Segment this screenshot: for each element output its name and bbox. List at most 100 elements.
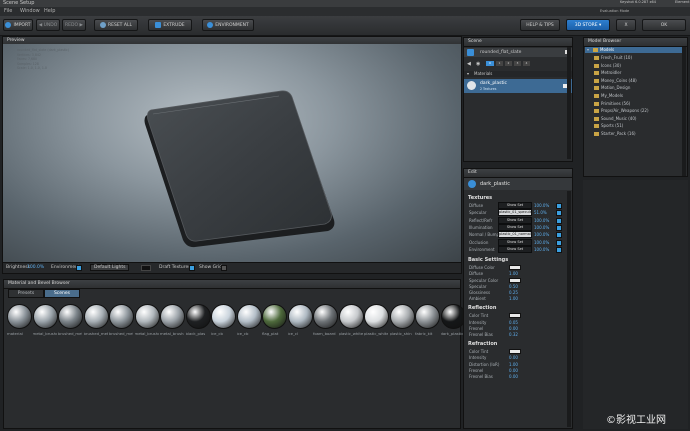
extrude-button[interactable]: EXTRUDE [148,19,192,31]
undo-button[interactable]: ◀ UNDO [36,19,60,31]
property-value[interactable]: 1.00 [509,296,518,301]
tree-folder-item[interactable]: Money_Coins (48) [594,78,637,83]
texture-amount-value[interactable]: 100.0% [534,225,549,230]
material-thumbnail[interactable]: dark_plastic [440,304,466,338]
texture-map-field[interactable]: plastic_01_normal [498,231,532,239]
section-heading[interactable]: Refraction [468,341,497,347]
tree-root-models[interactable]: ▾ Models [585,47,683,53]
environment-button[interactable]: ENVIRONMENT [202,19,254,31]
texture-amount-value[interactable]: 100.0% [534,203,549,208]
color-swatch[interactable] [509,265,521,271]
tree-folder-item[interactable]: Starter_Pack (16) [594,131,636,136]
layer-tab-3[interactable]: 3 [514,61,521,66]
texture-amount-value[interactable]: 100.0% [534,240,549,245]
layer-tab-4[interactable]: 4 [523,61,530,66]
environment-checkbox[interactable] [76,265,82,271]
scene-object-row[interactable]: rounded_flat_slate [464,48,572,57]
tab-presets[interactable]: Presets [8,289,44,298]
texture-enable-checkbox[interactable] [556,210,562,217]
tree-folder-item[interactable]: Fresh_Fruit (10) [594,55,632,60]
texture-map-field[interactable]: Show Set [498,223,532,231]
tree-folder-item[interactable]: My_Models [594,93,623,98]
texture-amount-value[interactable]: 51.0% [534,210,547,215]
menu-window[interactable]: Window [20,8,40,14]
material-thumbnail[interactable]: material [7,304,32,338]
menu-file[interactable]: File [4,8,12,14]
draft-textures-checkbox[interactable] [189,265,195,271]
texture-enable-checkbox[interactable] [556,224,562,231]
texture-enable-checkbox[interactable] [556,246,562,253]
tree-folder-item[interactable]: Motion_Design [594,85,630,91]
material-thumbnail[interactable]: plastic_white [338,304,364,338]
camera-icon[interactable]: ◀ [467,61,471,67]
material-thumbnail[interactable]: ice_cl [287,304,313,338]
material-thumbnail[interactable]: ice_cb [211,304,236,338]
color-swatch[interactable] [509,349,521,355]
tree-folder-item[interactable]: Icons (30) [594,63,621,68]
import-button[interactable]: IMPORT [3,19,33,31]
material-row-selected[interactable]: dark_plastic 2 Textures [464,79,572,93]
preview-viewport[interactable]: rounded_flat_slate (dark_plastic) Vertic… [3,44,461,262]
texture-enable-checkbox[interactable] [556,232,562,239]
tab-scenes[interactable]: Scenes [44,289,80,298]
material-thumbnail[interactable]: metal_brushed [32,304,58,338]
layer-tab-1[interactable]: 1 [496,61,503,66]
property-value[interactable]: 0.32 [509,332,518,337]
close-x-button[interactable]: X [616,19,636,31]
layer-tab-0[interactable]: 0 [486,61,494,66]
texture-amount-value[interactable]: 100.0% [534,232,549,237]
brightness-value[interactable]: 100.0% [27,265,44,270]
property-value[interactable]: 1.00 [509,362,518,367]
texture-map-field[interactable]: plastic_01_specula [498,209,532,217]
material-thumbnail[interactable]: flag_plat [262,304,287,338]
tree-folder-item[interactable]: Primitives (56) [594,101,630,106]
lights-dropdown[interactable]: Default Lights [90,264,130,271]
model-browser-scrollbar[interactable] [682,47,686,176]
store-button[interactable]: 3D STORE ▾ [566,19,610,31]
tree-folder-item[interactable]: Metroidler [594,70,621,76]
section-heading[interactable]: Basic Settings [468,257,508,263]
texture-amount-value[interactable]: 100.0% [534,218,549,223]
material-thumbnail[interactable]: brushed_met [109,304,134,338]
texture-map-field[interactable]: Show Set [498,238,532,246]
texture-map-field[interactable]: Show Set [498,202,532,209]
layer-tab-2[interactable]: 2 [505,61,512,66]
property-value[interactable]: 1.00 [509,271,518,276]
material-thumbnail[interactable]: metal_brushed [160,304,185,338]
property-value[interactable]: 0.00 [509,355,518,360]
material-thumbnail[interactable]: metal_brushed [134,304,160,338]
color-swatch[interactable] [509,277,521,283]
chevron-down-icon[interactable]: ▾ [587,47,589,52]
background-color-swatch[interactable] [141,265,151,271]
material-thumbnail[interactable]: plastic_white [364,304,389,338]
texture-map-field[interactable]: Show Set [498,216,532,224]
material-thumbnail[interactable]: brushed_met [83,304,109,338]
tree-folder-item[interactable]: Props/Air_Weapons (22) [594,108,649,114]
color-swatch[interactable] [509,313,521,319]
texture-map-field[interactable]: Show Set [498,245,532,253]
light-icon[interactable]: ◉ [476,61,480,67]
edit-scrollbar[interactable] [567,191,571,427]
property-value[interactable]: 0.05 [509,320,518,325]
property-value[interactable]: 0.00 [509,374,518,379]
scene-scrollbar[interactable] [567,47,571,159]
section-heading[interactable]: Textures [468,195,492,201]
material-thumbnail[interactable]: plastic_shin [389,304,415,338]
redo-button[interactable]: REDO ▶ [62,19,86,31]
property-value[interactable]: 0.00 [509,368,518,373]
property-value[interactable]: 0.00 [509,326,518,331]
reset-all-button[interactable]: RESET ALL [94,19,138,31]
property-value[interactable]: 0.25 [509,290,518,295]
property-value[interactable]: 0.50 [509,284,518,289]
section-heading[interactable]: Reflection [468,305,496,311]
tree-folder-item[interactable]: Sports (51) [594,123,623,129]
texture-enable-checkbox[interactable] [556,239,562,246]
tree-folder-item[interactable]: Sound_Music (40) [594,116,636,121]
show-grid-checkbox[interactable] [221,265,227,271]
help-tips-button[interactable]: HELP & TIPS [520,19,560,31]
material-thumbnail[interactable]: black_plas [185,304,211,338]
menu-help[interactable]: Help [44,8,55,14]
chevron-down-icon[interactable]: ▾ [467,71,469,76]
material-thumbnail[interactable]: brushed_met [58,304,83,338]
material-thumbnail[interactable]: fabric_kit [415,304,440,338]
